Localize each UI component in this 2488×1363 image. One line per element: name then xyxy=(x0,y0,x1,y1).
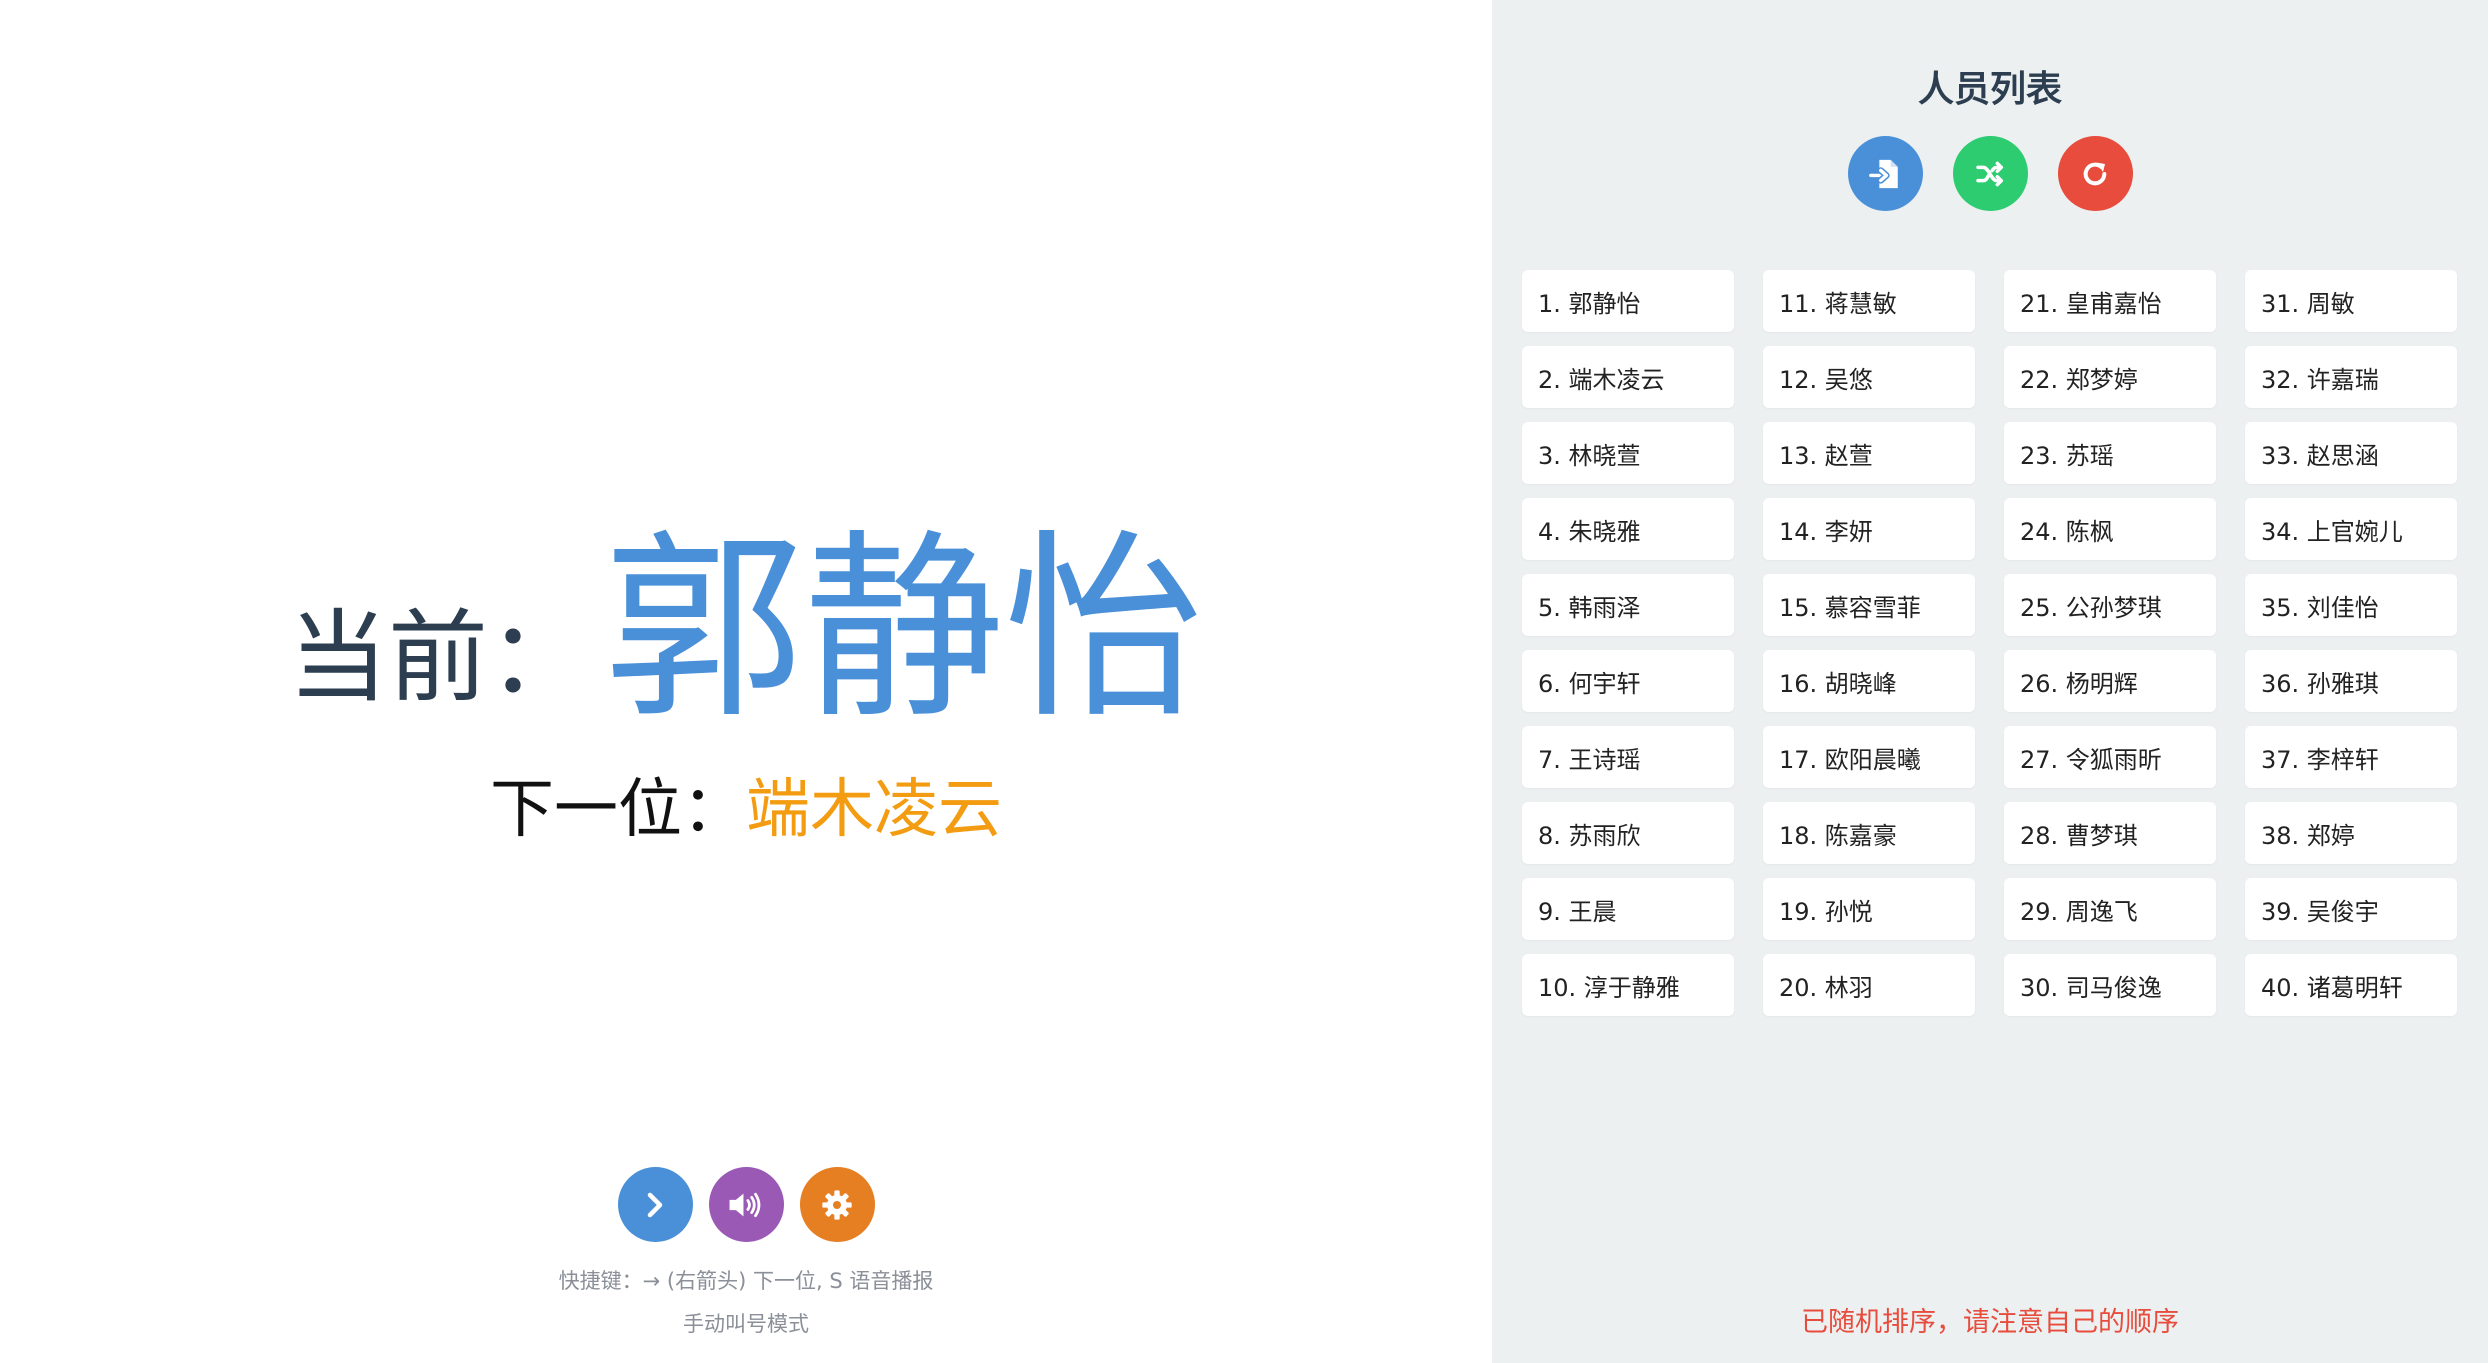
people-grid: 1. 郭静怡 2. 端木凌云 3. 林晓萱 4. 朱晓雅 5. 韩雨泽 6. 何宇轩 7. … xyxy=(1522,270,2468,1016)
speaker-icon xyxy=(729,1192,761,1217)
import-icon xyxy=(1868,159,1898,188)
person-item[interactable]: 15. 慕容雪菲 xyxy=(1763,574,1975,636)
person-item[interactable]: 2. 端木凌云 xyxy=(1522,346,1734,408)
person-item[interactable]: 27. 令狐雨昕 xyxy=(2004,726,2216,788)
person-item[interactable]: 25. 公孙梦琪 xyxy=(2004,574,2216,636)
person-item[interactable]: 8. 苏雨欣 xyxy=(1522,802,1734,864)
gear-icon xyxy=(822,1189,852,1220)
person-item[interactable]: 23. 苏瑶 xyxy=(2004,422,2216,484)
chevron-right-icon xyxy=(647,1192,663,1217)
person-item[interactable]: 39. 吴俊宇 xyxy=(2245,878,2457,940)
next-label: 下一位： xyxy=(490,773,746,847)
call-display-panel: 当前： 郭静怡 下一位： 端木凌云 快捷键：→ (右箭头) 下一位, S 语音播… xyxy=(0,0,1492,1363)
person-item[interactable]: 30. 司马俊逸 xyxy=(2004,954,2216,1016)
reset-button[interactable] xyxy=(2057,136,2133,211)
next-name: 端木凌云 xyxy=(746,773,1002,847)
person-item[interactable]: 6. 何宇轩 xyxy=(1522,650,1734,712)
person-item[interactable]: 16. 胡晓峰 xyxy=(1763,650,1975,712)
person-item[interactable]: 20. 林羽 xyxy=(1763,954,1975,1016)
current-row: 当前： 郭静怡 xyxy=(0,500,1492,730)
import-button[interactable] xyxy=(1847,136,1923,211)
shuffle-button[interactable] xyxy=(1952,136,2028,211)
control-buttons xyxy=(0,1167,1492,1243)
next-row: 下一位： 端木凌云 xyxy=(0,770,1492,850)
person-item[interactable]: 18. 陈嘉豪 xyxy=(1763,802,1975,864)
person-item[interactable]: 28. 曹梦琪 xyxy=(2004,802,2216,864)
person-item[interactable]: 33. 赵思涵 xyxy=(2245,422,2457,484)
person-item[interactable]: 31. 周敏 xyxy=(2245,270,2457,332)
mode-hint: 手动叫号模式 xyxy=(683,1312,809,1336)
person-item[interactable]: 34. 上官婉儿 xyxy=(2245,498,2457,560)
person-item[interactable]: 9. 王晨 xyxy=(1522,878,1734,940)
person-item[interactable]: 40. 诸葛明轩 xyxy=(2245,954,2457,1016)
person-item[interactable]: 24. 陈枫 xyxy=(2004,498,2216,560)
current-label: 当前： xyxy=(287,599,588,716)
person-item[interactable]: 21. 皇甫嘉怡 xyxy=(2004,270,2216,332)
people-list-panel: 人员列表 1. 郭静怡 2. 端木凌云 3. 林晓萱 4. 朱晓雅 5. 韩雨泽… xyxy=(1492,0,2488,1363)
person-item[interactable]: 35. 刘佳怡 xyxy=(2245,574,2457,636)
list-action-buttons xyxy=(1492,136,2488,211)
next-button[interactable] xyxy=(617,1167,693,1242)
person-item[interactable]: 11. 蒋慧敏 xyxy=(1763,270,1975,332)
person-item[interactable]: 13. 赵萱 xyxy=(1763,422,1975,484)
person-item[interactable]: 10. 淳于静雅 xyxy=(1522,954,1734,1016)
person-item[interactable]: 36. 孙雅琪 xyxy=(2245,650,2457,712)
panel-title: 人员列表 xyxy=(1917,69,2062,110)
shuffle-notice: 已随机排序，请注意自己的顺序 xyxy=(1801,1307,2179,1338)
person-item[interactable]: 17. 欧阳晨曦 xyxy=(1763,726,1975,788)
speak-button[interactable] xyxy=(708,1167,784,1242)
person-item[interactable]: 3. 林晓萱 xyxy=(1522,422,1734,484)
person-item[interactable]: 29. 周逸飞 xyxy=(2004,878,2216,940)
person-item[interactable]: 12. 吴悠 xyxy=(1763,346,1975,408)
shuffle-icon xyxy=(1976,161,2004,186)
person-item[interactable]: 22. 郑梦婷 xyxy=(2004,346,2216,408)
person-item[interactable]: 4. 朱晓雅 xyxy=(1522,498,1734,560)
person-item[interactable]: 32. 许嘉瑞 xyxy=(2245,346,2457,408)
shortcut-hint: 快捷键：→ (右箭头) 下一位, S 语音播报 xyxy=(558,1269,934,1293)
current-name: 郭静怡 xyxy=(603,513,1204,746)
person-item[interactable]: 38. 郑婷 xyxy=(2245,802,2457,864)
reset-icon xyxy=(2083,162,2107,185)
person-item[interactable]: 5. 韩雨泽 xyxy=(1522,574,1734,636)
person-item[interactable]: 7. 王诗瑶 xyxy=(1522,726,1734,788)
person-item[interactable]: 14. 李妍 xyxy=(1763,498,1975,560)
settings-button[interactable] xyxy=(799,1167,875,1242)
person-item[interactable]: 26. 杨明辉 xyxy=(2004,650,2216,712)
person-item[interactable]: 1. 郭静怡 xyxy=(1522,270,1734,332)
app-root: 当前： 郭静怡 下一位： 端木凌云 快捷键：→ (右箭头) 下一位, S 语音播… xyxy=(0,0,2488,1363)
person-item[interactable]: 37. 李梓轩 xyxy=(2245,726,2457,788)
person-item[interactable]: 19. 孙悦 xyxy=(1763,878,1975,940)
